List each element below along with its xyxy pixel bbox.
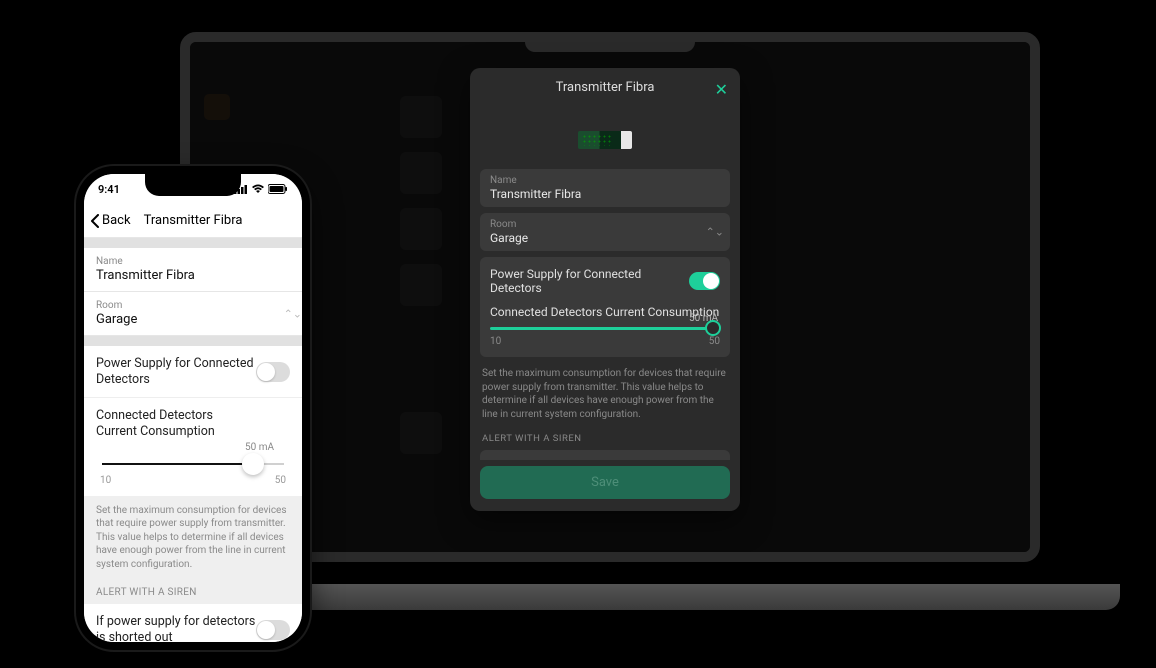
slider-max: 50 — [275, 475, 286, 486]
wifi-icon — [251, 184, 265, 194]
psu-toggle[interactable] — [256, 362, 290, 382]
consumption-header: Connected Detectors Current Consumption — [84, 398, 302, 439]
room-value: Garage — [96, 312, 290, 327]
slider-value-label: 50 mA — [96, 442, 290, 453]
help-text: Set the maximum consumption for devices … — [480, 363, 730, 431]
modal-title: Transmitter Fibra — [556, 80, 655, 95]
room-label: Room — [490, 219, 720, 230]
slider-thumb[interactable] — [705, 320, 721, 336]
psu-label: Power Supply for Connected Detectors — [96, 356, 256, 387]
power-group: Power Supply for Connected Detectors Con… — [480, 257, 730, 357]
siren-section-label: ALERT WITH A SIREN — [480, 431, 730, 450]
device-settings-modal: Transmitter Fibra ✕ Name Transmitter Fib… — [470, 68, 740, 511]
consumption-label: Connected Detectors Current Consumption — [490, 305, 720, 319]
phone-notch — [145, 174, 241, 196]
siren-row-label: If power supply for detectors is shorted… — [96, 614, 256, 642]
siren-row-peek — [480, 450, 730, 460]
slider-max: 50 — [709, 336, 720, 347]
room-value: Garage — [490, 231, 720, 245]
chevron-updown-icon: ⌃⌄ — [284, 307, 302, 320]
device-image — [578, 131, 632, 149]
room-label: Room — [96, 300, 290, 311]
chevron-updown-icon: ⌃⌄ — [706, 226, 724, 239]
back-button[interactable]: Back — [84, 213, 131, 228]
slider-min: 10 — [490, 336, 501, 347]
laptop-notch — [525, 40, 695, 52]
help-text: Set the maximum consumption for devices … — [84, 496, 302, 582]
slider-min: 10 — [100, 475, 111, 486]
name-field[interactable]: Name Transmitter Fibra — [84, 248, 302, 292]
siren-toggle[interactable] — [256, 620, 290, 640]
status-time: 9:41 — [98, 183, 120, 196]
phone-navbar: Back Transmitter Fibra — [84, 204, 302, 238]
close-icon[interactable]: ✕ — [715, 80, 728, 99]
name-value: Transmitter Fibra — [490, 187, 720, 201]
chevron-left-icon — [90, 214, 100, 228]
name-label: Name — [96, 256, 290, 267]
name-value: Transmitter Fibra — [96, 268, 290, 283]
name-label: Name — [490, 175, 720, 186]
phone-page-title: Transmitter Fibra — [144, 213, 243, 228]
modal-header: Transmitter Fibra ✕ — [470, 68, 740, 107]
room-select[interactable]: Room Garage ⌃⌄ — [480, 213, 730, 251]
siren-section-label: ALERT WITH A SIREN — [84, 581, 302, 604]
name-field[interactable]: Name Transmitter Fibra — [480, 169, 730, 207]
phone-mockup: 9:41 Back Transmitter Fibra Name Transmi… — [76, 166, 310, 650]
consumption-label: Connected Detectors Current Consumption — [96, 408, 256, 439]
phone-screen: 9:41 Back Transmitter Fibra Name Transmi… — [84, 174, 302, 642]
psu-label: Power Supply for Connected Detectors — [490, 267, 689, 295]
room-select[interactable]: Room Garage ⌃⌄ — [84, 292, 302, 336]
siren-shortout-row: If power supply for detectors is shorted… — [84, 604, 302, 642]
battery-icon — [268, 184, 288, 194]
psu-row: Power Supply for Connected Detectors — [84, 346, 302, 398]
save-button[interactable]: Save — [480, 466, 730, 499]
psu-toggle[interactable] — [689, 272, 720, 290]
consumption-slider[interactable]: 50 mA 10 50 — [490, 327, 720, 347]
consumption-slider[interactable]: 50 mA 10 50 — [84, 440, 302, 496]
slider-thumb[interactable] — [242, 453, 264, 475]
